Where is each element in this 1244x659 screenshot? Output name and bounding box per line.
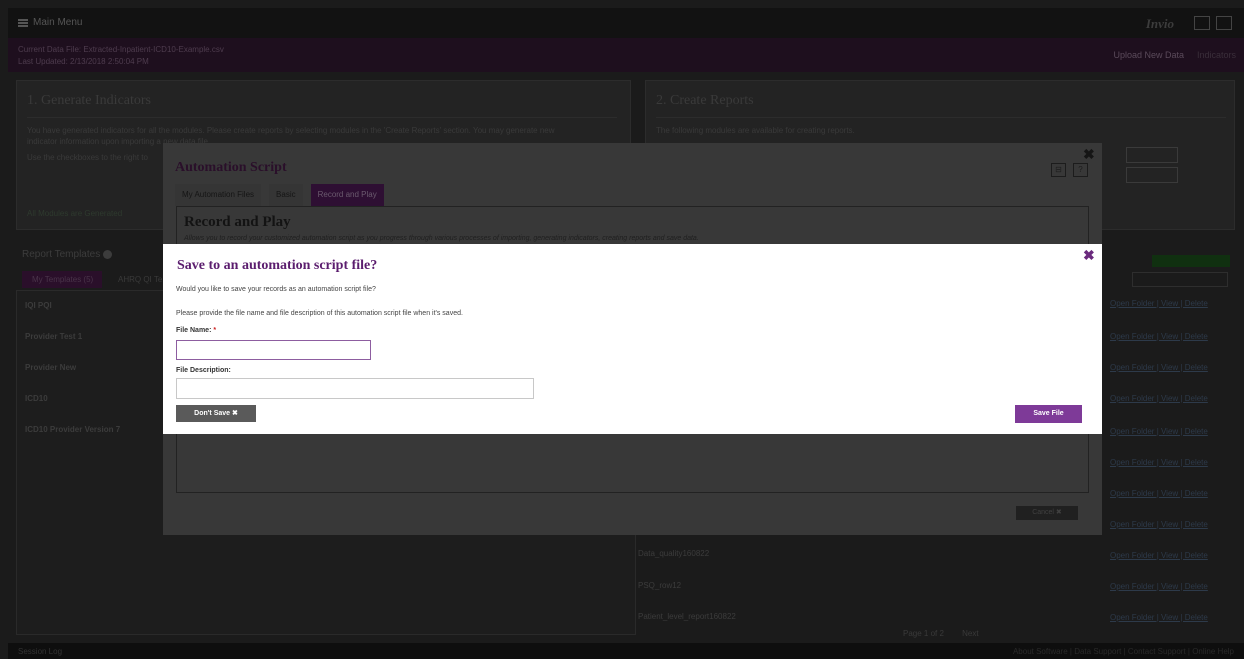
panel1-text-3: Use the checkboxes to the right to	[27, 153, 148, 162]
data-file-bar: Current Data File: Extracted-Inpatient-I…	[8, 38, 1244, 72]
file-description-input[interactable]	[176, 378, 534, 399]
hamburger-icon	[18, 18, 28, 27]
report-row[interactable]: Patient_level_report160822	[638, 612, 736, 621]
minimize-icon[interactable]: ⊟	[1051, 163, 1066, 177]
file-description-label: File Description:	[176, 367, 231, 374]
row-actions[interactable]: Open Folder | View | Delete	[1110, 582, 1208, 591]
window-icon[interactable]	[1194, 16, 1210, 30]
report-row[interactable]: Data_quality160822	[638, 549, 709, 558]
dialog-question: Would you like to save your records as a…	[176, 286, 376, 293]
upload-new-data-button[interactable]: Upload New Data	[1113, 50, 1184, 60]
tab-basic[interactable]: Basic	[269, 184, 303, 206]
footer-bar: Session Log About Software | Data Suppor…	[8, 643, 1244, 659]
row-actions[interactable]: Open Folder | View | Delete	[1110, 394, 1208, 403]
save-file-button[interactable]: Save File	[1015, 405, 1082, 423]
page-indicator: Page 1 of 2	[903, 629, 944, 638]
row-actions[interactable]: Open Folder | View | Delete	[1110, 332, 1208, 341]
dialog-title: Save to an automation script file?	[177, 258, 378, 273]
row-actions[interactable]: Open Folder | View | Delete	[1110, 613, 1208, 622]
help-icon[interactable]	[103, 249, 113, 259]
tab-record-and-play[interactable]: Record and Play	[310, 184, 384, 206]
file-name-input[interactable]	[176, 340, 371, 360]
footer-links[interactable]: About Software | Data Support | Contact …	[1013, 647, 1234, 656]
top-bar: Main Menu Invio	[8, 8, 1244, 38]
row-actions[interactable]: Open Folder | View | Delete	[1110, 427, 1208, 436]
required-mark: *	[213, 327, 217, 334]
pagination: Page 1 of 2 Next	[903, 629, 979, 638]
dont-save-button[interactable]: Don't Save ✖	[176, 405, 256, 422]
session-log-link[interactable]: Session Log	[18, 647, 62, 656]
list-item[interactable]: ICD10	[25, 394, 48, 403]
list-item[interactable]: Provider New	[25, 363, 76, 372]
panel2-text: The following modules are available for …	[656, 126, 855, 135]
list-item[interactable]: IQI PQI	[25, 301, 52, 310]
list-item[interactable]: ICD10 Provider Version 7	[25, 425, 120, 434]
divider	[656, 117, 1226, 118]
tab-my-templates[interactable]: My Templates (5)	[22, 271, 102, 288]
save-automation-dialog: Save to an automation script file? ✖ Wou…	[163, 244, 1102, 434]
help-icon[interactable]	[1216, 16, 1232, 30]
main-menu-label: Main Menu	[33, 17, 83, 28]
row-actions[interactable]: Open Folder | View | Delete	[1110, 551, 1208, 560]
report-row[interactable]: PSQ_row12	[638, 581, 681, 590]
file-name-label: File Name: *	[176, 327, 216, 334]
automation-script-title: Automation Script	[175, 160, 287, 175]
tab-my-automation-files[interactable]: My Automation Files	[175, 184, 262, 206]
close-icon[interactable]: ✖	[1083, 247, 1095, 264]
module-box[interactable]	[1126, 167, 1178, 183]
section-title: Record and Play	[184, 214, 291, 230]
brand-logo: Invio	[1145, 16, 1174, 31]
automation-tabs: My Automation Files Basic Record and Pla…	[175, 184, 384, 206]
new-report-button[interactable]	[1152, 255, 1230, 267]
row-actions[interactable]: Open Folder | View | Delete	[1110, 363, 1208, 372]
last-updated: Last Updated: 2/13/2018 2:50:04 PM	[18, 57, 149, 66]
next-page-link[interactable]: Next	[962, 629, 978, 638]
module-box[interactable]	[1126, 147, 1178, 163]
row-actions[interactable]: Open Folder | View | Delete	[1110, 458, 1208, 467]
filter-input[interactable]	[1132, 272, 1228, 287]
report-templates-heading: Report Templates	[22, 249, 113, 260]
list-item[interactable]: Provider Test 1	[25, 332, 82, 341]
panel1-text: You have generated indicators for all th…	[27, 126, 555, 135]
row-actions[interactable]: Open Folder | View | Delete	[1110, 489, 1208, 498]
section-description: Allows you to record your customized aut…	[184, 235, 699, 242]
generate-indicators-title: 1. Generate Indicators	[27, 93, 151, 108]
app-page: Main Menu Invio Current Data File: Extra…	[0, 0, 1244, 659]
current-data-file: Current Data File: Extracted-Inpatient-I…	[18, 45, 224, 54]
divider	[27, 117, 617, 118]
main-menu-button[interactable]: Main Menu	[18, 17, 82, 28]
close-icon[interactable]: ✖	[1083, 146, 1095, 163]
cancel-button[interactable]: Cancel ✖	[1016, 506, 1078, 520]
help-icon[interactable]: ?	[1073, 163, 1088, 177]
file-name-label-text: File Name:	[176, 327, 212, 334]
dialog-instruction: Please provide the file name and file de…	[176, 310, 463, 317]
row-actions[interactable]: Open Folder | View | Delete	[1110, 520, 1208, 529]
all-modules-generated-link[interactable]: All Modules are Generated	[27, 209, 122, 218]
indicators-link[interactable]: Indicators	[1197, 50, 1236, 60]
row-actions[interactable]: Open Folder | View | Delete	[1110, 299, 1208, 308]
create-reports-title: 2. Create Reports	[656, 93, 754, 108]
report-templates-label: Report Templates	[22, 249, 101, 260]
reports-actions-column: Open Folder | View | Delete Open Folder …	[1102, 255, 1230, 635]
